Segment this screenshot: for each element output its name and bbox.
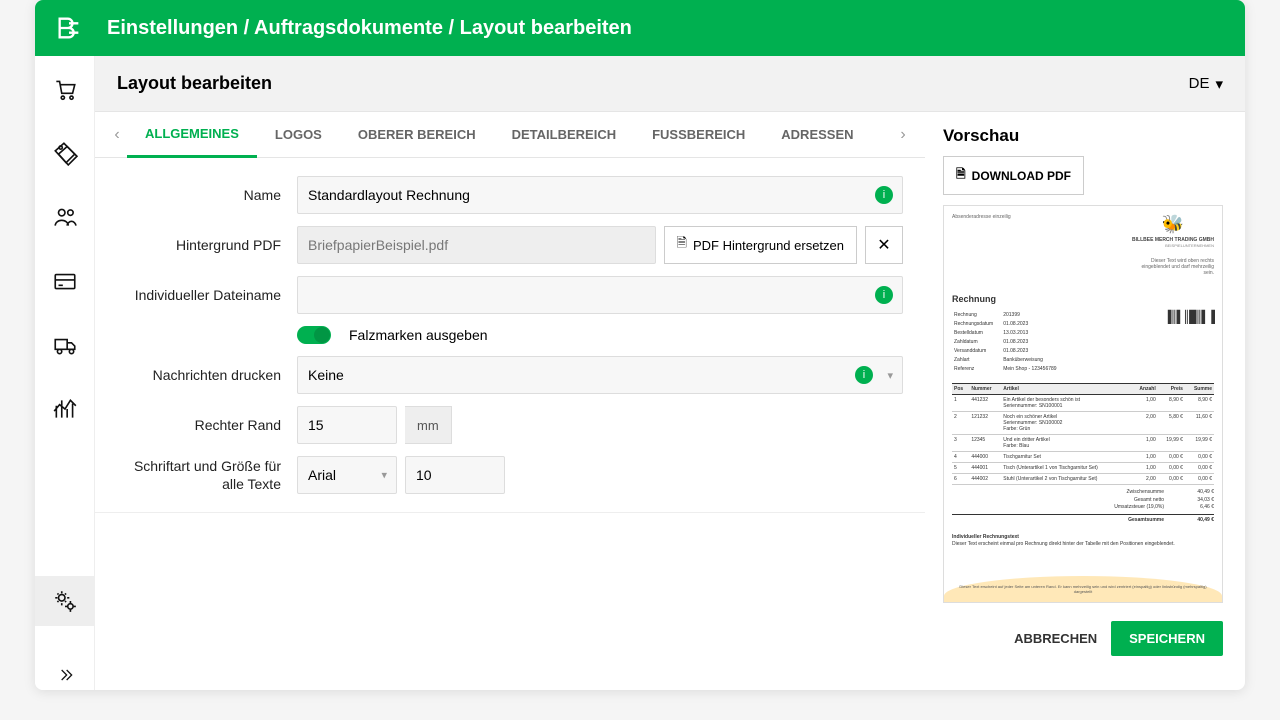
size-input[interactable]	[405, 456, 505, 494]
info-icon[interactable]: i	[875, 286, 893, 304]
expand-icon[interactable]	[50, 660, 80, 690]
page-title: Layout bearbeiten	[117, 73, 272, 94]
fold-label: Falzmarken ausgeben	[349, 327, 488, 343]
tab-oberer-bereich[interactable]: OBERER BEREICH	[340, 112, 494, 158]
file-input[interactable]	[297, 276, 903, 314]
cancel-button[interactable]: ABBRECHEN	[1014, 631, 1097, 646]
save-button[interactable]: SPEICHERN	[1111, 621, 1223, 656]
margin-label: Rechter Rand	[117, 417, 297, 433]
form: Name i Hintergrund PDF 🗎PDF Hintergrund …	[95, 158, 925, 513]
language-select[interactable]: DE▾	[1189, 75, 1223, 93]
download-pdf-button[interactable]: 🗎DOWNLOAD PDF	[943, 156, 1084, 195]
pdf-preview: Absenderadresse einzeilig 🐝BILLBEE MERCH…	[943, 205, 1223, 603]
clear-bg-button[interactable]: ✕	[865, 226, 903, 264]
chart-icon[interactable]	[50, 394, 80, 424]
chevron-down-icon: ▾	[381, 469, 387, 482]
name-label: Name	[117, 187, 297, 203]
chevron-down-icon: ▾	[887, 369, 893, 382]
users-icon[interactable]	[50, 202, 80, 232]
margin-unit: mm	[405, 406, 452, 444]
pdf-icon: 🗎	[956, 165, 966, 186]
tab-scroll-right[interactable]: ›	[893, 126, 913, 144]
topbar: Einstellungen / Auftragsdokumente / Layo…	[35, 0, 1245, 56]
info-icon[interactable]: i	[855, 366, 873, 384]
preview-title: Vorschau	[943, 126, 1227, 146]
settings-icon[interactable]	[35, 576, 95, 626]
tab-scroll-left[interactable]: ‹	[107, 126, 127, 144]
replace-bg-button[interactable]: 🗎PDF Hintergrund ersetzen	[664, 226, 857, 264]
barcode-icon: ▐║▌║█║▌▐	[1164, 310, 1214, 375]
pdf-icon: 🗎	[677, 234, 687, 256]
cart-icon[interactable]	[50, 74, 80, 104]
bee-icon: 🐝	[1132, 214, 1214, 235]
msg-label: Nachrichten drucken	[117, 367, 297, 383]
truck-icon[interactable]	[50, 330, 80, 360]
tab-logos[interactable]: LOGOS	[257, 112, 340, 158]
tab-fussbereich[interactable]: FUSSBEREICH	[634, 112, 763, 158]
subheader: Layout bearbeiten DE▾	[95, 56, 1245, 112]
name-input[interactable]	[297, 176, 903, 214]
bg-label: Hintergrund PDF	[117, 237, 297, 253]
tag-icon[interactable]	[50, 138, 80, 168]
msg-select[interactable]	[297, 356, 903, 394]
tab-detailbereich[interactable]: DETAILBEREICH	[494, 112, 634, 158]
app-logo-icon	[53, 12, 85, 44]
info-icon[interactable]: i	[875, 186, 893, 204]
chevron-down-icon: ▾	[1215, 75, 1223, 93]
card-icon[interactable]	[50, 266, 80, 296]
font-label: Schriftart und Größe für alle Texte	[117, 457, 297, 493]
sidebar	[35, 56, 95, 690]
bg-input	[297, 226, 656, 264]
tabs: ‹ ALLGEMEINES LOGOS OBERER BEREICH DETAI…	[95, 112, 925, 158]
tab-allgemeines[interactable]: ALLGEMEINES	[127, 112, 257, 158]
file-label: Individueller Dateiname	[117, 287, 297, 303]
tab-adressen[interactable]: ADRESSEN	[763, 112, 871, 158]
breadcrumb: Einstellungen / Auftragsdokumente / Layo…	[107, 17, 632, 40]
fold-toggle[interactable]	[297, 326, 331, 344]
margin-input[interactable]	[297, 406, 397, 444]
